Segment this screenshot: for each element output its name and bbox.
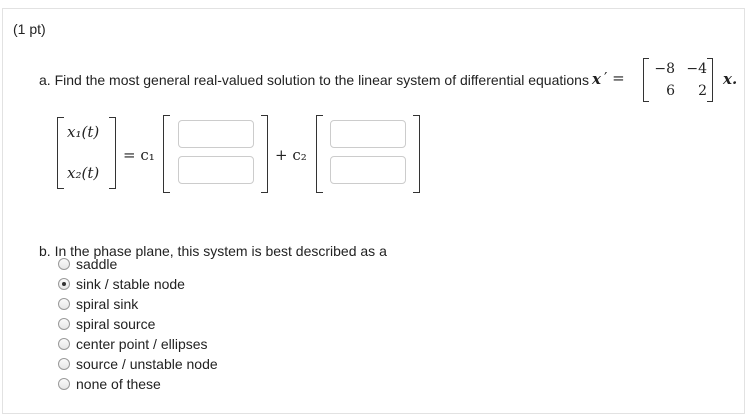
prime-equals: ′ = (604, 69, 625, 87)
vector1-right-bracket (261, 115, 268, 193)
option-label: source / unstable node (76, 356, 218, 372)
answer-input-v1-row1[interactable] (178, 120, 254, 148)
radio-button[interactable] (58, 318, 70, 330)
option-label: spiral sink (76, 296, 139, 312)
radio-button[interactable] (58, 338, 70, 350)
phase-option[interactable]: saddle (58, 255, 117, 273)
vector1-left-bracket (163, 115, 170, 193)
plus-c2: + c₂ (275, 146, 307, 164)
matrix-cell: −8 (654, 61, 675, 77)
phase-option[interactable]: spiral sink (58, 295, 138, 313)
option-label: sink / stable node (76, 276, 185, 292)
lhs-left-bracket (57, 117, 64, 189)
matrix-cell: 2 (698, 83, 707, 99)
option-label: spiral source (76, 316, 156, 332)
option-label: none of these (76, 376, 161, 392)
phase-option[interactable]: sink / stable node (58, 275, 185, 293)
option-label: saddle (76, 256, 118, 272)
phase-option[interactable]: spiral source (58, 315, 155, 333)
vector2-left-bracket (316, 115, 323, 193)
points-label: (1 pt) (13, 21, 46, 37)
vector-x-tail: x. (723, 70, 738, 88)
phase-option[interactable]: center point / ellipses (58, 335, 208, 353)
option-label: center point / ellipses (76, 336, 208, 352)
x2-label: x₂(t) (67, 164, 100, 182)
matrix-cell: 6 (666, 83, 675, 99)
radio-button[interactable] (58, 358, 70, 370)
answer-input-v1-row2[interactable] (178, 156, 254, 184)
answer-input-v2-row1[interactable] (330, 120, 406, 148)
x1-label: x₁(t) (67, 123, 100, 141)
phase-option[interactable]: none of these (58, 375, 161, 393)
radio-button[interactable] (58, 278, 70, 290)
lhs-right-bracket (109, 117, 116, 189)
equals-c1: = c₁ (123, 146, 155, 164)
matrix-right-bracket (707, 58, 713, 102)
matrix-left-bracket (643, 58, 649, 102)
phase-option[interactable]: source / unstable node (58, 355, 218, 373)
radio-button[interactable] (58, 258, 70, 270)
vector-x-symbol: x (592, 70, 601, 88)
matrix-cell: −4 (686, 61, 707, 77)
problem-container: (1 pt) a. Find the most general real-val… (2, 8, 745, 414)
vector2-right-bracket (413, 115, 420, 193)
radio-button[interactable] (58, 298, 70, 310)
part-a-prompt: a. Find the most general real-valued sol… (39, 72, 589, 88)
answer-input-v2-row2[interactable] (330, 156, 406, 184)
radio-button[interactable] (58, 378, 70, 390)
coefficient-matrix: −8 −4 6 2 (643, 58, 713, 102)
